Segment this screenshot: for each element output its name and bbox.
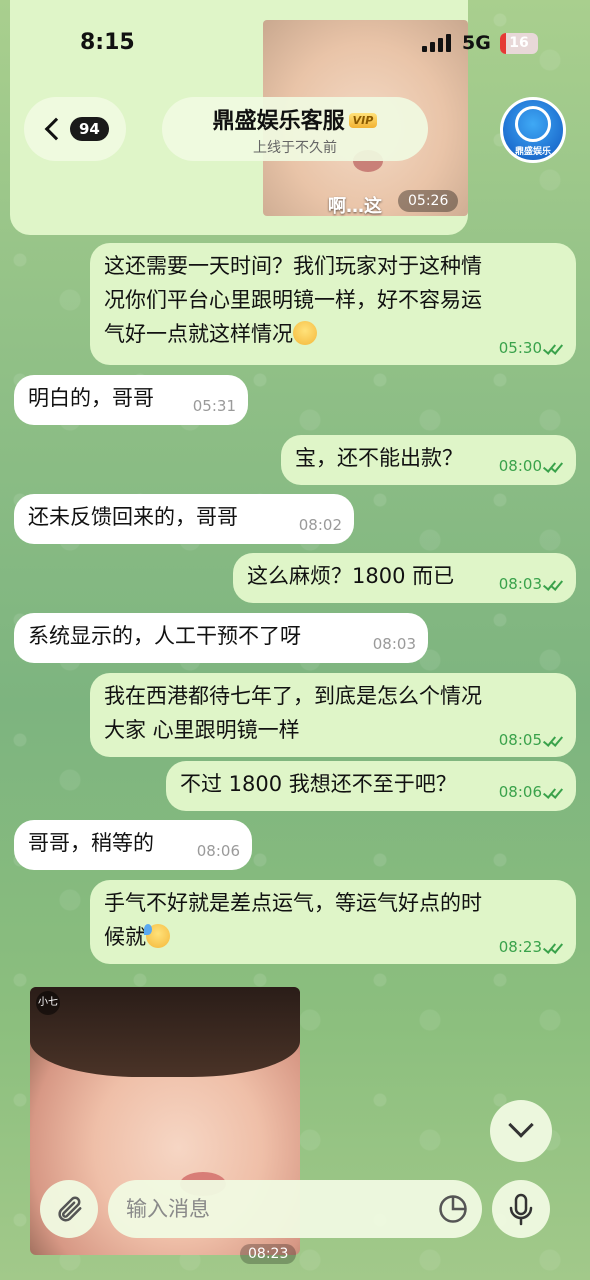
message-text-line: 气好一点就这样情况 [104,322,293,346]
clock: 8:15 [80,30,135,55]
avatar[interactable]: 鼎盛娱乐 [500,97,566,163]
message-text-line: 手气不好就是差点运气，等运气好点的时 [104,891,482,915]
message-text: 还未反馈回来的，哥哥 [28,505,238,529]
sticker-icon[interactable] [438,1194,468,1224]
message-time: 08:23 [498,938,542,956]
message-time: 08:02 [298,516,342,534]
message-text: 宝，还不能出款？ [295,446,463,470]
message-meta: 08:05 [499,731,564,749]
double-check-icon [544,941,564,953]
message-outgoing[interactable]: 不过 1800 我想还不至于吧？ 08:06 [166,761,576,811]
chevron-left-icon [44,117,68,141]
message-time: 08:06 [196,842,240,860]
message-meta: 08:03 [499,575,564,593]
message-incoming[interactable]: 系统显示的，人工干预不了呀 08:03 [14,613,428,663]
message-meta: 08:23 [499,938,564,956]
chat-header[interactable]: 鼎盛娱乐客服 VIP 上线于不久前 [162,97,428,161]
sticker-caption: 啊…这 [328,196,382,217]
sleepy-face-icon [293,321,317,345]
double-check-icon [544,786,564,798]
unread-count-badge: 94 [70,117,109,141]
double-check-icon [544,342,564,354]
message-time: 08:00 [498,457,542,475]
message-time: 08:23 [240,1244,297,1264]
message-incoming[interactable]: 明白的，哥哥 05:31 [14,375,248,425]
microphone-icon [509,1193,533,1226]
double-check-icon [544,734,564,746]
message-time: 08:05 [498,731,542,749]
double-check-icon [544,460,564,472]
attach-button[interactable] [40,1180,98,1238]
message-time: 05:30 [498,339,542,357]
message-outgoing[interactable]: 宝，还不能出款？ 08:00 [281,435,576,485]
double-check-icon [544,578,564,590]
battery-icon: 16 [500,33,538,54]
logo-icon [515,106,551,142]
avatar-label: 鼎盛娱乐 [514,147,551,157]
message-text: 这么麻烦？1800 而已 [247,564,455,588]
sticker-tag: 小七 [36,991,60,1015]
message-text-line: 况你们平台心里跟明镜一样，好不容易运 [104,288,482,312]
message-input[interactable] [126,1190,426,1228]
message-meta: 08:00 [499,457,564,475]
message-text: 不过 1800 我想还不至于吧？ [180,772,457,796]
message-text-line: 大家 心里跟明镜一样 [104,718,300,742]
message-text: 系统显示的，人工干预不了呀 [28,624,301,648]
message-outgoing[interactable]: 这还需要一天时间？我们玩家对于这种情 况你们平台心里跟明镜一样，好不容易运 气好… [90,243,576,365]
signal-icon [422,34,451,52]
message-text: 明白的，哥哥 [28,386,154,410]
vip-badge-icon: VIP [348,113,378,128]
message-text-line: 我在西港都待七年了，到底是怎么个情况 [104,684,482,708]
battery-level: 16 [509,35,529,51]
message-time: 08:03 [498,575,542,593]
chat-title: 鼎盛娱乐客服 [212,109,345,134]
message-text-line: 候就 [104,925,146,949]
last-seen-status: 上线于不久前 [253,140,337,156]
message-text-line: 这还需要一天时间？我们玩家对于这种情 [104,254,482,278]
message-time: 08:03 [372,635,416,653]
paperclip-icon [58,1196,82,1222]
message-incoming[interactable]: 哥哥，稍等的 08:06 [14,820,252,870]
message-time: 08:06 [498,783,542,801]
status-bar: 8:15 5G 16 [0,0,590,80]
message-outgoing[interactable]: 手气不好就是差点运气，等运气好点的时 候就 08:23 [90,880,576,964]
sticker-hair [30,987,300,1077]
message-meta: 05:30 [499,339,564,357]
message-time: 05:31 [192,397,236,415]
network-type: 5G [462,32,491,54]
message-input-container[interactable] [108,1180,482,1238]
message-incoming[interactable]: 还未反馈回来的，哥哥 08:02 [14,494,354,544]
message-outgoing[interactable]: 我在西港都待七年了，到底是怎么个情况 大家 心里跟明镜一样 08:05 [90,673,576,757]
chevron-down-icon [508,1112,534,1138]
message-meta: 08:06 [499,783,564,801]
scroll-to-bottom-button[interactable] [490,1100,552,1162]
message-time: 05:26 [398,190,459,212]
voice-record-button[interactable] [492,1180,550,1238]
message-outgoing[interactable]: 这么麻烦？1800 而已 08:03 [233,553,576,603]
back-button[interactable]: 94 [24,97,126,161]
sweat-face-icon [144,924,170,948]
message-text: 哥哥，稍等的 [28,831,154,855]
